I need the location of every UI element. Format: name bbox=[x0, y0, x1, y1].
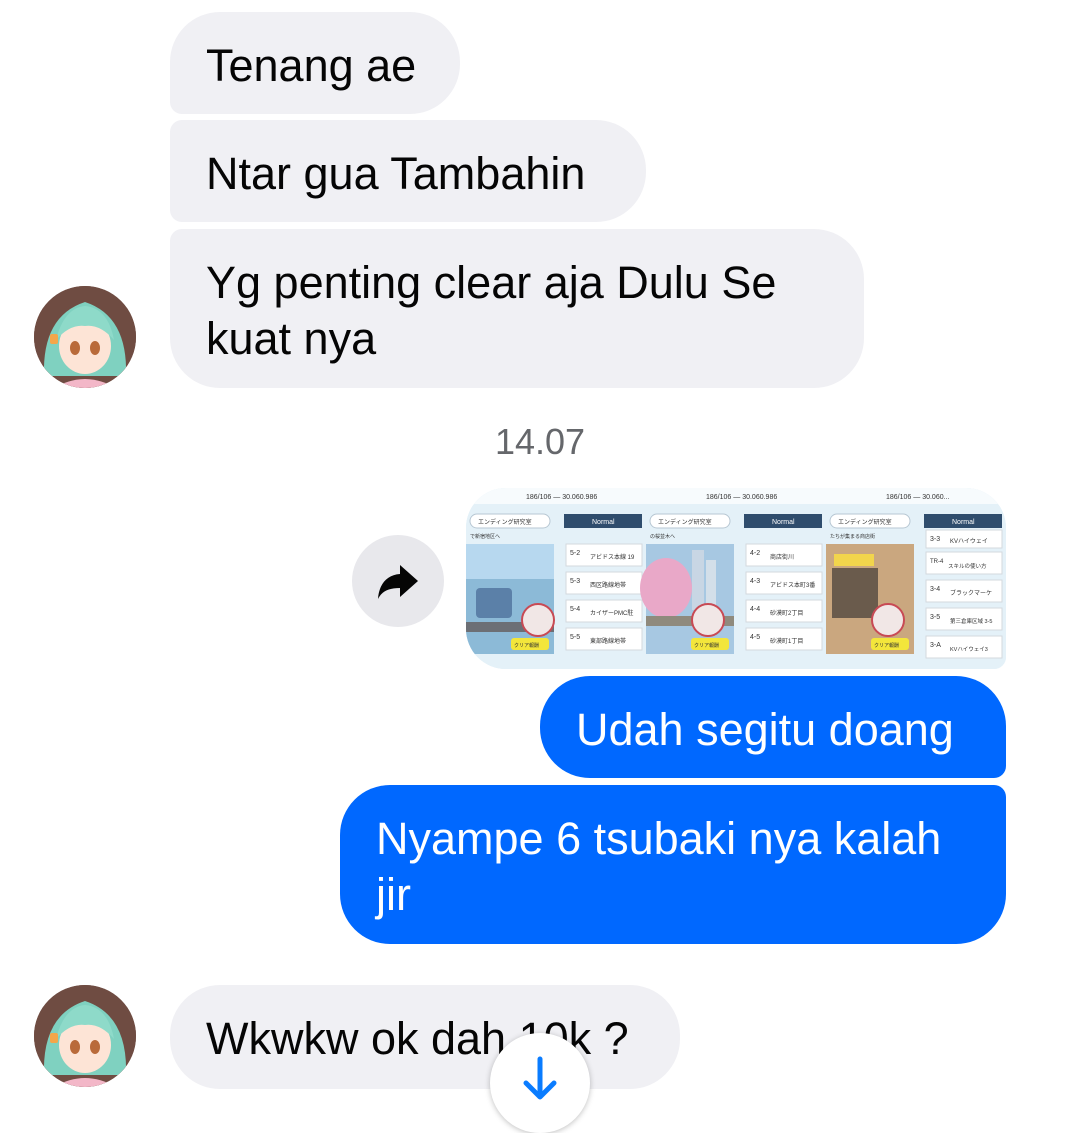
level-name: KVハイウェイ3 bbox=[950, 645, 988, 653]
normal-tab: Normal bbox=[952, 519, 975, 526]
level-name: KVハイウェイ bbox=[950, 537, 988, 545]
incoming-message-bubble[interactable]: Ntar gua Tambahin bbox=[170, 120, 646, 222]
level-code: 5-3 bbox=[570, 578, 580, 585]
panel-subtitle-text: たちが集まる商店街 bbox=[830, 533, 875, 540]
contact-avatar[interactable] bbox=[34, 985, 136, 1087]
level-code: TR-4 bbox=[930, 559, 944, 565]
level-code: 5-2 bbox=[570, 550, 580, 557]
message-text: jir bbox=[376, 869, 411, 920]
normal-tab: Normal bbox=[592, 519, 615, 526]
level-name: 第三倉庫区域 3-5 bbox=[950, 617, 992, 625]
level-code: 5-5 bbox=[570, 634, 580, 641]
shared-image-message[interactable]: 186/106 — 30.060.986 エンディング研究室 で新宿地区へ クリ… bbox=[466, 488, 1006, 669]
level-code: 5-4 bbox=[570, 606, 580, 613]
avatar-image bbox=[34, 985, 136, 1087]
level-name: アビドス本線 19 bbox=[590, 553, 635, 561]
share-button[interactable] bbox=[352, 535, 444, 627]
level-code: 3-A bbox=[930, 642, 941, 649]
clear-reward-label: クリア報酬 bbox=[694, 642, 719, 649]
level-name: 砂漠町1丁目 bbox=[770, 637, 803, 645]
level-name: ブラックマーケ bbox=[950, 589, 992, 597]
topbar-text: 186/106 — 30.060.986 bbox=[706, 494, 777, 501]
level-code: 3-4 bbox=[930, 586, 940, 593]
message-text: Yg penting clear aja Dulu Se bbox=[206, 257, 777, 308]
level-name: 商店街川 bbox=[770, 553, 794, 561]
level-name: 西区路線地帯 bbox=[590, 581, 626, 589]
message-text: kuat nya bbox=[206, 313, 377, 364]
level-code: 4-5 bbox=[750, 634, 760, 641]
clear-reward-label: クリア報酬 bbox=[514, 642, 539, 649]
level-name: 砂漠町2丁目 bbox=[770, 609, 803, 617]
message-text: Nyampe 6 tsubaki nya kalah bbox=[376, 813, 942, 864]
panel-header-text: エンディング研究室 bbox=[838, 518, 892, 526]
topbar-text: 186/106 — 30.060... bbox=[886, 494, 949, 501]
message-timestamp: 14.07 bbox=[494, 421, 586, 462]
panel-header-text: エンディング研究室 bbox=[478, 518, 532, 526]
avatar-image bbox=[34, 286, 136, 388]
level-code: 3-5 bbox=[930, 614, 940, 621]
topbar-text: 186/106 — 30.060.986 bbox=[526, 494, 597, 501]
level-code: 4-2 bbox=[750, 550, 760, 557]
panel-subtitle-text: の桜並木へ bbox=[650, 533, 675, 540]
incoming-message-bubble[interactable]: Wkwkw ok dah 10k ? bbox=[170, 985, 680, 1089]
message-text: Tenang ae bbox=[206, 40, 417, 91]
arrow-down-icon bbox=[523, 1056, 557, 1100]
panel-header-text: エンディング研究室 bbox=[658, 518, 712, 526]
outgoing-message-bubble[interactable]: Nyampe 6 tsubaki nya kalah jir bbox=[340, 785, 1006, 944]
level-code: 4-3 bbox=[750, 578, 760, 585]
outgoing-message-bubble[interactable]: Udah segitu doang bbox=[540, 676, 1006, 778]
level-name: カイザーPMC駐 bbox=[590, 609, 633, 617]
clear-reward-label: クリア報酬 bbox=[874, 642, 899, 649]
incoming-message-bubble[interactable]: Yg penting clear aja Dulu Se kuat nya bbox=[170, 229, 864, 388]
game-screenshot-image: 186/106 — 30.060.986 エンディング研究室 で新宿地区へ クリ… bbox=[466, 488, 1006, 669]
level-name: アビドス本町3番 bbox=[770, 581, 815, 589]
level-name: 東部路線地帯 bbox=[590, 637, 626, 645]
message-text: Ntar gua Tambahin bbox=[206, 148, 586, 199]
normal-tab: Normal bbox=[772, 519, 795, 526]
share-arrow-icon bbox=[378, 565, 418, 599]
level-code: 4-4 bbox=[750, 606, 760, 613]
contact-avatar[interactable] bbox=[34, 286, 136, 388]
scroll-to-bottom-button[interactable] bbox=[490, 1033, 590, 1133]
panel-subtitle-text: で新宿地区へ bbox=[470, 533, 500, 540]
message-text: Udah segitu doang bbox=[576, 704, 954, 755]
incoming-message-bubble[interactable]: Tenang ae bbox=[170, 12, 460, 114]
level-code: 3-3 bbox=[930, 536, 940, 543]
level-name: スキルの使い方 bbox=[948, 562, 987, 570]
